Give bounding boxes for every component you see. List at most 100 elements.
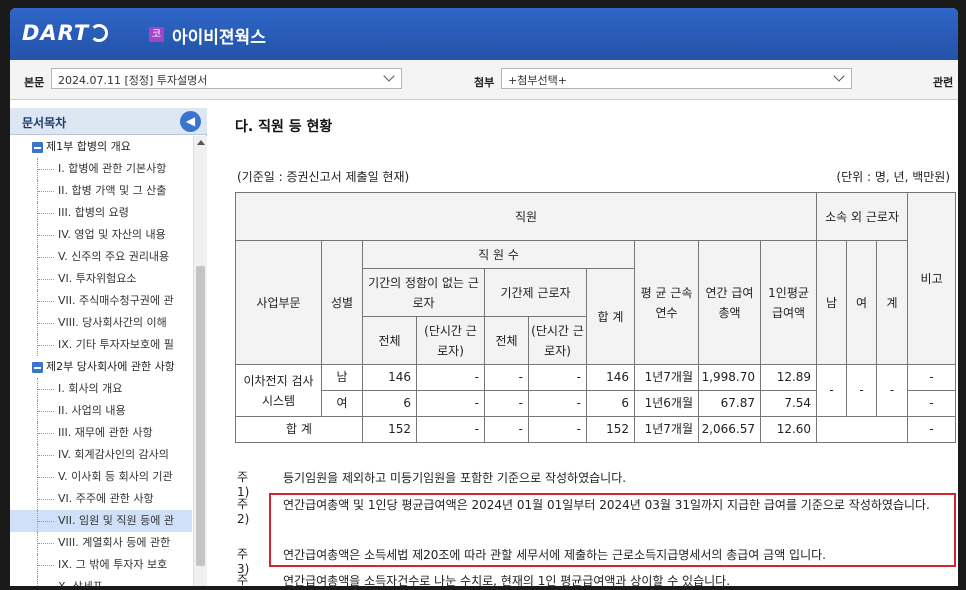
- indefinite-all-cell: 146: [362, 364, 417, 391]
- toc-child-item[interactable]: VIII. 계열회사 등에 관한: [10, 532, 192, 554]
- count-sum-header: 합 계: [586, 268, 635, 365]
- note-header: 비고: [907, 192, 957, 365]
- toc-item-label: II. 사업의 내용: [58, 404, 126, 417]
- indefinite-parttime-header: (단시간 근로자): [416, 316, 485, 365]
- toc-item-label: V. 신주의 주요 권리내용: [58, 250, 170, 263]
- toc-child-item[interactable]: II. 합병 가액 및 그 산출: [10, 180, 192, 202]
- outside-male-header: 남: [816, 240, 848, 365]
- toc-title: 문서목차: [22, 116, 67, 130]
- toc-item-label: III. 합병의 요령: [58, 206, 129, 219]
- toc-item-label: VIII. 계열회사 등에 관한: [58, 536, 171, 549]
- gender-cell: 여: [321, 390, 363, 417]
- logo-text: DART: [22, 21, 90, 45]
- toc-part-item[interactable]: 제1부 합병의 개요: [10, 136, 192, 158]
- toc-child-item[interactable]: IV. 영업 및 자산의 내용: [10, 224, 192, 246]
- toc-item-label: 제1부 합병의 개요: [46, 140, 131, 153]
- section-title: 다. 직원 등 현황: [235, 119, 333, 135]
- tree-connector: [37, 576, 55, 586]
- outside-total-empty-cell: [816, 416, 909, 443]
- chevron-down-icon: [383, 70, 395, 82]
- tree-connector: [37, 466, 55, 488]
- report-label: 본문: [24, 76, 45, 89]
- collapse-minus-icon[interactable]: [32, 142, 43, 153]
- red-highlight-box: [269, 493, 956, 567]
- tree-connector: [37, 444, 55, 466]
- toc-child-item[interactable]: III. 재무에 관한 사항: [10, 422, 192, 444]
- toc-item-label: IV. 회계감사인의 감사의: [58, 448, 169, 461]
- dart-logo[interactable]: DART: [22, 21, 109, 45]
- total-pay-header: 연간 급여 총액: [698, 240, 761, 365]
- attachment-select-value: +첨부선택+: [508, 74, 567, 87]
- tree-connector: [37, 422, 55, 444]
- outside-male-cell: -: [816, 364, 848, 417]
- related-label[interactable]: 관련: [933, 74, 953, 90]
- fixed-all-cell: -: [484, 364, 529, 391]
- toc-scrollbar[interactable]: [193, 136, 207, 586]
- toc-item-label: IX. 그 밖에 투자자 보호: [58, 558, 168, 571]
- indefinite-workers-header: 기간의 정함이 없는 근로자: [362, 268, 485, 317]
- toc-child-item[interactable]: VII. 임원 및 직원 등에 관: [10, 510, 192, 532]
- indefinite-parttime-cell: -: [416, 364, 485, 391]
- count-sum-cell: 152: [586, 416, 635, 443]
- toc-child-item[interactable]: VI. 주주에 관한 사항: [10, 488, 192, 510]
- toc-header: 문서목차 ◀: [10, 108, 207, 135]
- note-cell: -: [907, 390, 957, 417]
- company-name: 아이비젼웍스: [172, 28, 266, 48]
- toc-child-item[interactable]: IX. 그 밖에 투자자 보호: [10, 554, 192, 576]
- total-pay-cell: 1,998.70: [698, 364, 761, 391]
- indefinite-parttime-cell: -: [416, 390, 485, 417]
- toc-part-item[interactable]: 제2부 당사회사에 관한 사항: [10, 356, 192, 378]
- per-capita-pay-header: 1인평균 급여액: [759, 240, 818, 365]
- indefinite-all-header: 전체: [362, 316, 417, 365]
- collapse-minus-icon[interactable]: [32, 362, 43, 373]
- report-select[interactable]: 2024.07.11 [정정] 투자설명서: [51, 68, 402, 89]
- tree-connector: [37, 224, 55, 246]
- attachment-select[interactable]: +첨부선택+: [501, 68, 852, 89]
- top-header: DART 코 아이비젼웍스: [10, 8, 958, 60]
- total-pay-cell: 2,066.57: [698, 416, 761, 443]
- fixed-all-header: 전체: [484, 316, 529, 365]
- indefinite-parttime-cell: -: [416, 416, 485, 443]
- toc-item-label: X. 상세표: [58, 580, 103, 586]
- toc-child-item[interactable]: V. 이사회 등 회사의 기관: [10, 466, 192, 488]
- fixed-all-cell: -: [484, 390, 529, 417]
- footnote-text: 등기임원을 제외하고 미등기임원을 포함한 기준으로 작성하였습니다.: [283, 471, 627, 485]
- fixed-parttime-header: (단시간 근로자): [528, 316, 587, 365]
- toc-child-item[interactable]: I. 회사의 개요: [10, 378, 192, 400]
- tenure-cell: 1년7개월: [634, 364, 699, 391]
- basis-date-text: (기준일 : 증권신고서 제출일 현재): [237, 170, 410, 184]
- document-selector-bar: 본문 2024.07.11 [정정] 투자설명서 첨부 +첨부선택+ 관련: [10, 60, 958, 100]
- toc-item-label: 제2부 당사회사에 관한 사항: [46, 360, 175, 373]
- outside-female-header: 여: [846, 240, 878, 365]
- toc-child-item[interactable]: III. 합병의 요령: [10, 202, 192, 224]
- fixed-parttime-cell: -: [528, 364, 587, 391]
- toc-item-label: IX. 기타 투자자보호에 필: [58, 338, 174, 351]
- toc-child-item[interactable]: V. 신주의 주요 권리내용: [10, 246, 192, 268]
- fixed-all-cell: -: [484, 416, 529, 443]
- outside-total-cell: -: [876, 364, 909, 417]
- scrollbar-thumb[interactable]: [196, 266, 205, 566]
- staff-header: 직원: [234, 192, 818, 241]
- toc-child-item[interactable]: II. 사업의 내용: [10, 400, 192, 422]
- toc-child-item[interactable]: IX. 기타 투자자보호에 필: [10, 334, 192, 356]
- toc-child-item[interactable]: VI. 투자위험요소: [10, 268, 192, 290]
- division-header: 사업부문: [235, 240, 322, 365]
- toc-item-label: II. 합병 가액 및 그 산출: [58, 184, 167, 197]
- tree-connector: [37, 510, 55, 532]
- toc-child-item[interactable]: IV. 회계감사인의 감사의: [10, 444, 192, 466]
- indefinite-all-cell: 6: [362, 390, 417, 417]
- toc-child-item[interactable]: VII. 주식매수청구권에 관: [10, 290, 192, 312]
- tree-connector: [37, 378, 55, 400]
- collapse-sidebar-icon[interactable]: ◀: [180, 111, 201, 132]
- scroll-up-icon[interactable]: [197, 140, 205, 145]
- company-class-badge: 코: [149, 27, 164, 42]
- chevron-down-icon: [833, 70, 845, 82]
- table-row: 이차전지 검사시스템 남 146 - - - 146 1년7개월 1,998.7…: [235, 364, 957, 417]
- toc-item-label: I. 합병에 관한 기본사항: [58, 162, 167, 175]
- tree-connector: [37, 400, 55, 422]
- toc-child-item[interactable]: VIII. 당사회사간의 이해: [10, 312, 192, 334]
- count-sum-cell: 146: [586, 364, 635, 391]
- toc-child-item[interactable]: I. 합병에 관한 기본사항: [10, 158, 192, 180]
- toc-child-item[interactable]: X. 상세표: [10, 576, 192, 586]
- logo-swoosh-icon: [90, 24, 109, 42]
